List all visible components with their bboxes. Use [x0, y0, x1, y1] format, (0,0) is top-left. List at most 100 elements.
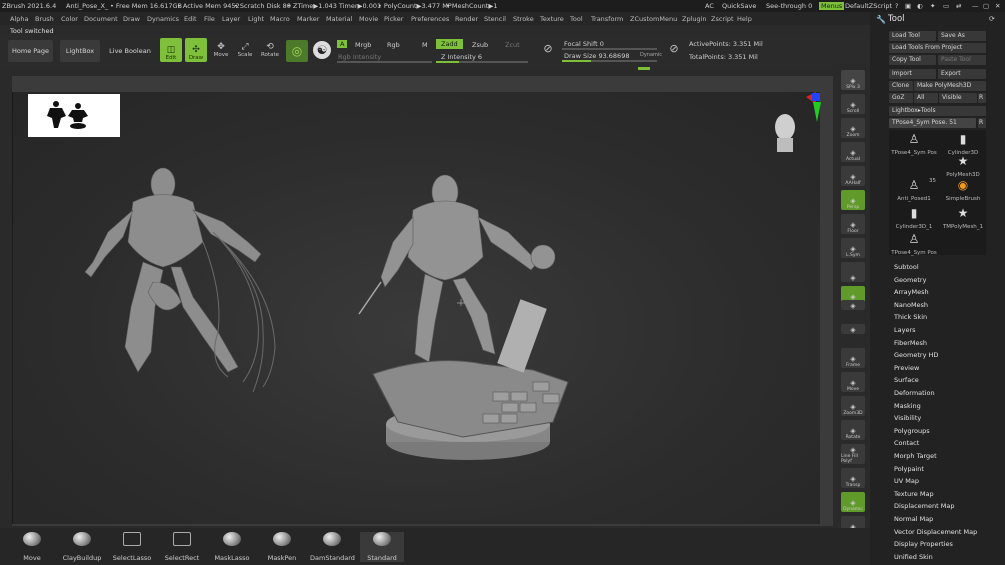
subpalette-thick-skin[interactable]: Thick Skin	[894, 313, 927, 321]
subpalette-vector-displacement-map[interactable]: Vector Displacement Map	[894, 528, 977, 536]
subpalette-morph-target[interactable]: Morph Target	[894, 452, 937, 460]
right-shelf-button-move[interactable]: ◈ Move	[841, 372, 865, 392]
a-toggle[interactable]: A	[337, 40, 348, 48]
subpalette-unified-skin[interactable]: Unified Skin	[894, 553, 933, 561]
menu-zscript[interactable]: Zscript	[711, 15, 734, 23]
window-icon[interactable]: ▭	[943, 2, 949, 10]
tool-thumb[interactable]: ♙ TPose4_Sym Pos	[890, 132, 938, 156]
menu-light[interactable]: Light	[248, 15, 264, 23]
menu-file[interactable]: File	[204, 15, 215, 23]
menu-macro[interactable]: Macro	[270, 15, 290, 23]
scale-button[interactable]: ⤢ Scale	[235, 42, 255, 58]
menu-stroke[interactable]: Stroke	[513, 15, 534, 23]
subpalette-preview[interactable]: Preview	[894, 364, 919, 372]
right-shelf-button-blank-11[interactable]: ◈	[841, 324, 865, 334]
tool-thumb[interactable]	[890, 154, 938, 178]
menu-edit[interactable]: Edit	[184, 15, 197, 23]
subpalette-masking[interactable]: Masking	[894, 402, 921, 410]
right-shelf-button-zoom[interactable]: ◈ Zoom	[841, 118, 865, 138]
lightbox-button[interactable]: LightBox	[60, 40, 100, 62]
right-shelf-button-rotate[interactable]: ◈ Rotate	[841, 420, 865, 440]
subpalette-surface[interactable]: Surface	[894, 376, 919, 384]
arrows-icon[interactable]: ⇄	[956, 2, 961, 10]
menu-render[interactable]: Render	[455, 15, 478, 23]
brush-damstandard[interactable]: DamStandard	[310, 532, 355, 562]
right-shelf-button-floor[interactable]: ◈ Floor	[841, 214, 865, 234]
subpalette-layers[interactable]: Layers	[894, 326, 916, 334]
focal-shift-slider[interactable]: Focal Shift 0	[564, 40, 604, 48]
load-tools-from-project-button[interactable]: Load Tools From Project	[889, 43, 986, 53]
menu-draw[interactable]: Draw	[123, 15, 140, 23]
right-shelf-button-scroll[interactable]: ◈ Scroll	[841, 94, 865, 114]
brush-move[interactable]: Move	[10, 532, 54, 562]
right-shelf-button-frame[interactable]: ◈ Frame	[841, 348, 865, 368]
export-button[interactable]: Export	[938, 69, 986, 79]
subpalette-fibermesh[interactable]: FiberMesh	[894, 339, 927, 347]
load-tool-button[interactable]: Load Tool	[889, 31, 936, 41]
move-button[interactable]: ✥ Move	[211, 42, 231, 58]
current-tool-slider[interactable]: TPose4_Sym Pose. 51	[889, 118, 976, 128]
rotate-button[interactable]: ⟲ Rotate	[259, 42, 281, 58]
subpalette-texture-map[interactable]: Texture Map	[894, 490, 934, 498]
make-polymesh3d-button[interactable]: Make PolyMesh3D	[914, 81, 986, 91]
copy-tool-button[interactable]: Copy Tool	[889, 55, 936, 65]
subpalette-subtool[interactable]: Subtool	[894, 263, 919, 271]
subpalette-geometry[interactable]: Geometry	[894, 276, 926, 284]
rgb-intensity-slider[interactable]: Rgb Intensity	[338, 53, 381, 61]
zcut-toggle[interactable]: Zcut	[505, 41, 520, 49]
layout-icon[interactable]: ▣	[905, 2, 911, 10]
close-icon[interactable]: ✕	[995, 2, 1000, 10]
goz-button[interactable]: GoZ	[889, 93, 913, 103]
subpalette-deformation[interactable]: Deformation	[894, 389, 935, 397]
panel-cycle-icon[interactable]: ⟳	[989, 15, 995, 23]
all-button[interactable]: All	[914, 93, 938, 103]
subpalette-polypaint[interactable]: Polypaint	[894, 465, 924, 473]
zadd-toggle[interactable]: Zadd	[436, 39, 463, 49]
menu-marker[interactable]: Marker	[297, 15, 319, 23]
brush-selectrect[interactable]: SelectRect	[160, 532, 204, 562]
tool-thumb[interactable]: ♙ TPose4_Sym Pos	[890, 232, 938, 256]
focal-shift-track[interactable]	[562, 48, 657, 50]
menu-material[interactable]: Material	[326, 15, 352, 23]
help-icon[interactable]: ?	[895, 2, 898, 10]
subpalette-geometry-hd[interactable]: Geometry HD	[894, 351, 938, 359]
m-toggle[interactable]: M	[422, 41, 428, 49]
minimize-icon[interactable]: —	[972, 2, 979, 10]
r-button[interactable]: R	[978, 93, 986, 103]
mrgb-toggle[interactable]: Mrgb	[355, 41, 371, 49]
r-button-2[interactable]: R	[978, 118, 986, 128]
right-shelf-button-zoom3d[interactable]: ◈ Zoom3D	[841, 396, 865, 416]
menu-dynamics[interactable]: Dynamics	[147, 15, 179, 23]
subpalette-nanomesh[interactable]: NanoMesh	[894, 301, 928, 309]
document-canvas[interactable]	[12, 92, 821, 524]
rgb-intensity-track[interactable]	[337, 61, 432, 63]
draw-size-slider[interactable]: Draw Size 93.68698	[564, 52, 629, 60]
subpalette-polygroups[interactable]: Polygroups	[894, 427, 930, 435]
right-shelf-button-blank-8[interactable]: ◈	[841, 262, 865, 282]
subpalette-normal-map[interactable]: Normal Map	[894, 515, 933, 523]
live-boolean-button[interactable]: Live Boolean	[106, 40, 154, 62]
draw-size-track[interactable]	[562, 60, 657, 62]
paste-tool-button[interactable]: Paste Tool	[938, 55, 986, 65]
menu-movie[interactable]: Movie	[359, 15, 378, 23]
import-button[interactable]: Import	[889, 69, 936, 79]
tool-thumb[interactable]: ◉ SimpleBrush	[939, 178, 987, 202]
ac-label[interactable]: AC	[705, 2, 714, 10]
edit-button[interactable]: ◫ Edit	[160, 38, 182, 62]
home-page-button[interactable]: Home Page	[8, 40, 53, 62]
right-shelf-button-spix-3[interactable]: ◈ SPix 3	[841, 70, 865, 90]
quicksave-button[interactable]: QuickSave	[722, 2, 756, 10]
menus-toggle[interactable]: Menus	[819, 2, 845, 10]
menu-zcustommenu[interactable]: ZCustomMenu	[630, 15, 677, 23]
subpalette-visibility[interactable]: Visibility	[894, 414, 921, 422]
color-icon[interactable]: ◐	[917, 2, 923, 10]
tool-thumb[interactable]: ★ PolyMesh3D	[939, 154, 987, 178]
lazy-mouse-icon[interactable]: ⊘	[540, 42, 556, 55]
brush-maskpen[interactable]: MaskPen	[260, 532, 304, 562]
restore-icon[interactable]: ▢	[983, 2, 989, 10]
brush-standard[interactable]: Standard	[360, 532, 404, 562]
menu-brush[interactable]: Brush	[35, 15, 54, 23]
right-shelf-button-blank-10[interactable]: ◈	[841, 300, 865, 310]
menu-tool[interactable]: Tool	[570, 15, 583, 23]
color-swatch[interactable]: ☯	[313, 41, 331, 59]
